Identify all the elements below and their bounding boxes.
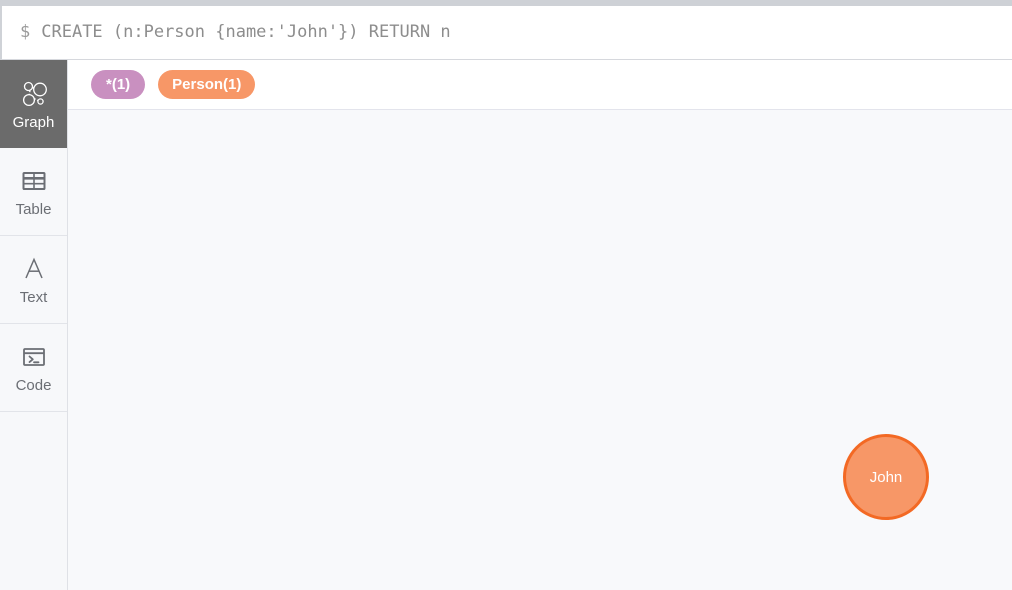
prompt-symbol: $: [20, 22, 31, 42]
text-icon: [19, 254, 49, 284]
sidebar-item-table-label: Table: [15, 201, 52, 218]
graph-icon: [19, 79, 49, 109]
sidebar-item-graph[interactable]: Graph: [0, 60, 67, 148]
neo4j-browser-result-frame: $ CREATE (n:Person {name:'John'}) RETURN…: [0, 0, 1012, 590]
sidebar-item-code[interactable]: Code: [0, 324, 67, 412]
sidebar-item-code-label: Code: [15, 377, 52, 394]
sidebar-item-text-label: Text: [19, 289, 48, 306]
result-view-sidebar: Graph Table Text Code: [0, 60, 68, 590]
graph-node-caption: John: [869, 468, 903, 486]
badge-label-person[interactable]: Person(1): [158, 70, 256, 99]
sidebar-item-table[interactable]: Table: [0, 148, 67, 236]
graph-node-person[interactable]: John: [843, 434, 929, 520]
query-editor-bar[interactable]: $ CREATE (n:Person {name:'John'}) RETURN…: [0, 6, 1012, 60]
query-text[interactable]: CREATE (n:Person {name:'John'}) RETURN n: [41, 24, 450, 41]
table-icon: [19, 166, 49, 196]
legend-badge-row: *(1) Person(1): [68, 60, 1012, 110]
sidebar-item-graph-label: Graph: [12, 113, 55, 131]
badge-all-nodes[interactable]: *(1): [91, 70, 146, 99]
graph-canvas[interactable]: John: [68, 110, 1012, 590]
sidebar-item-text[interactable]: Text: [0, 236, 67, 324]
result-pane: *(1) Person(1) John: [68, 60, 1012, 590]
code-icon: [19, 342, 49, 372]
